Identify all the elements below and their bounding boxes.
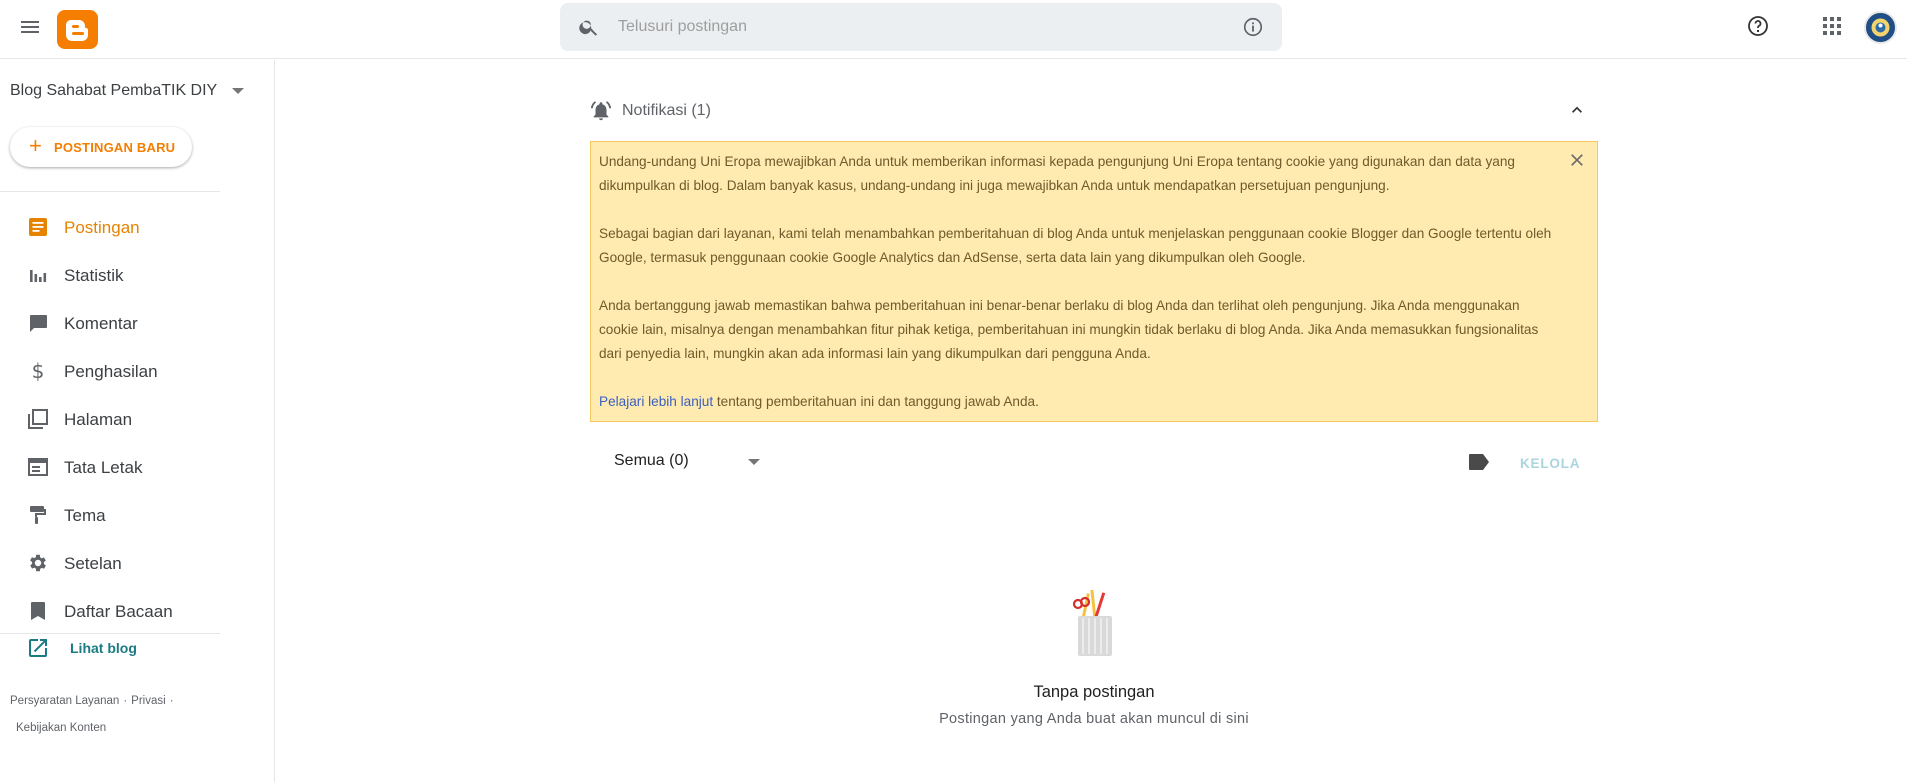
sidebar-item-label: Tema	[64, 506, 106, 525]
sidebar-item-label: Penghasilan	[64, 362, 158, 381]
sidebar-item-label: Komentar	[64, 314, 138, 333]
cookie-notice: Undang-undang Uni Eropa mewajibkan Anda …	[590, 141, 1598, 422]
learn-more-link[interactable]: Pelajari lebih lanjut	[599, 394, 713, 409]
sidebar-item-label: Setelan	[64, 554, 122, 573]
sidebar-item-tata-letak[interactable]: Tata Letak	[0, 443, 275, 491]
divider	[0, 191, 220, 192]
bell-icon	[590, 100, 612, 127]
post-filter-label: Semua (0)	[614, 452, 689, 469]
bookmark-icon	[26, 599, 50, 623]
new-post-button[interactable]: + POSTINGAN BARU	[10, 127, 192, 167]
plus-icon: +	[29, 133, 42, 158]
blogger-logo[interactable]	[57, 10, 98, 49]
chevron-down-icon	[748, 459, 760, 465]
sidebar-item-komentar[interactable]: Komentar	[0, 299, 275, 347]
info-icon[interactable]	[1242, 16, 1264, 43]
empty-state-title: Tanpa postingan	[1033, 683, 1155, 701]
posts-icon	[26, 215, 50, 239]
comment-icon	[26, 311, 50, 335]
search-bar	[560, 3, 1282, 51]
sidebar-item-label: Daftar Bacaan	[64, 602, 173, 621]
sidebar-item-postingan[interactable]: Postingan	[0, 203, 275, 251]
chevron-down-icon	[232, 88, 244, 94]
sidebar-nav: Postingan Statistik Komentar $ Penghasil…	[0, 203, 275, 635]
notifications-title: Notifikasi (1)	[622, 102, 711, 119]
view-blog-link[interactable]: Lihat blog	[0, 631, 220, 665]
avatar[interactable]	[1864, 11, 1897, 44]
new-post-label: POSTINGAN BARU	[54, 140, 176, 155]
top-app-bar	[0, 0, 1907, 59]
theme-icon	[26, 503, 50, 527]
chevron-up-icon[interactable]	[1567, 100, 1587, 125]
apps-icon[interactable]	[1819, 13, 1845, 39]
terms-link[interactable]: Persyaratan Layanan	[10, 695, 119, 707]
post-filter-dropdown[interactable]: Semua (0)	[614, 448, 774, 476]
sidebar-item-tema[interactable]: Tema	[0, 491, 275, 539]
notice-paragraph: Pelajari lebih lanjut tentang pemberitah…	[599, 390, 1553, 414]
sidebar-item-label: Tata Letak	[64, 458, 143, 477]
sidebar-item-label: Statistik	[64, 266, 124, 285]
notifications-header[interactable]: Notifikasi (1)	[590, 98, 1597, 124]
sidebar-item-setelan[interactable]: Setelan	[0, 539, 275, 587]
menu-icon[interactable]	[18, 15, 42, 39]
help-icon[interactable]	[1745, 13, 1771, 39]
privacy-link[interactable]: Privasi	[131, 695, 166, 707]
sidebar-item-daftar-bacaan[interactable]: Daftar Bacaan	[0, 587, 275, 635]
manage-button[interactable]: KELOLA	[1520, 456, 1580, 471]
content-policy-link[interactable]: Kebijakan Konten	[16, 722, 106, 734]
layout-icon	[26, 455, 50, 479]
label-icon[interactable]	[1468, 453, 1490, 476]
sidebar-item-label: Halaman	[64, 410, 133, 429]
sidebar-item-halaman[interactable]: Halaman	[0, 395, 275, 443]
notice-paragraph: Anda bertanggung jawab memastikan bahwa …	[599, 298, 1539, 361]
pages-icon	[26, 407, 50, 431]
sidebar: Blog Sahabat PembaTIK DIY + POSTINGAN BA…	[0, 60, 275, 782]
sidebar-item-penghasilan[interactable]: $ Penghasilan	[0, 347, 275, 395]
open-in-new-icon	[26, 636, 50, 665]
empty-state-illustration	[1070, 589, 1120, 658]
search-input[interactable]	[618, 13, 1218, 41]
gear-icon	[26, 551, 50, 575]
notice-paragraph: Sebagai bagian dari layanan, kami telah …	[599, 226, 1552, 265]
close-icon[interactable]	[1567, 150, 1587, 178]
notice-paragraph: Undang-undang Uni Eropa mewajibkan Anda …	[599, 154, 1515, 193]
sidebar-item-statistik[interactable]: Statistik	[0, 251, 275, 299]
blog-switcher[interactable]: Blog Sahabat PembaTIK DIY	[10, 79, 250, 103]
sidebar-item-label: Postingan	[64, 218, 140, 237]
blog-name: Blog Sahabat PembaTIK DIY	[10, 82, 218, 99]
view-blog-label: Lihat blog	[70, 640, 137, 656]
search-icon[interactable]	[578, 16, 600, 43]
empty-state-subtitle: Postingan yang Anda buat akan muncul di …	[939, 711, 1249, 727]
learn-more-tail: tentang pemberitahuan ini dan tanggung j…	[713, 394, 1039, 409]
stats-icon	[26, 263, 50, 287]
dollar-icon: $	[31, 359, 45, 383]
footer-links: Persyaratan Layanan · Privasi · Kebijakan K…	[10, 695, 174, 734]
